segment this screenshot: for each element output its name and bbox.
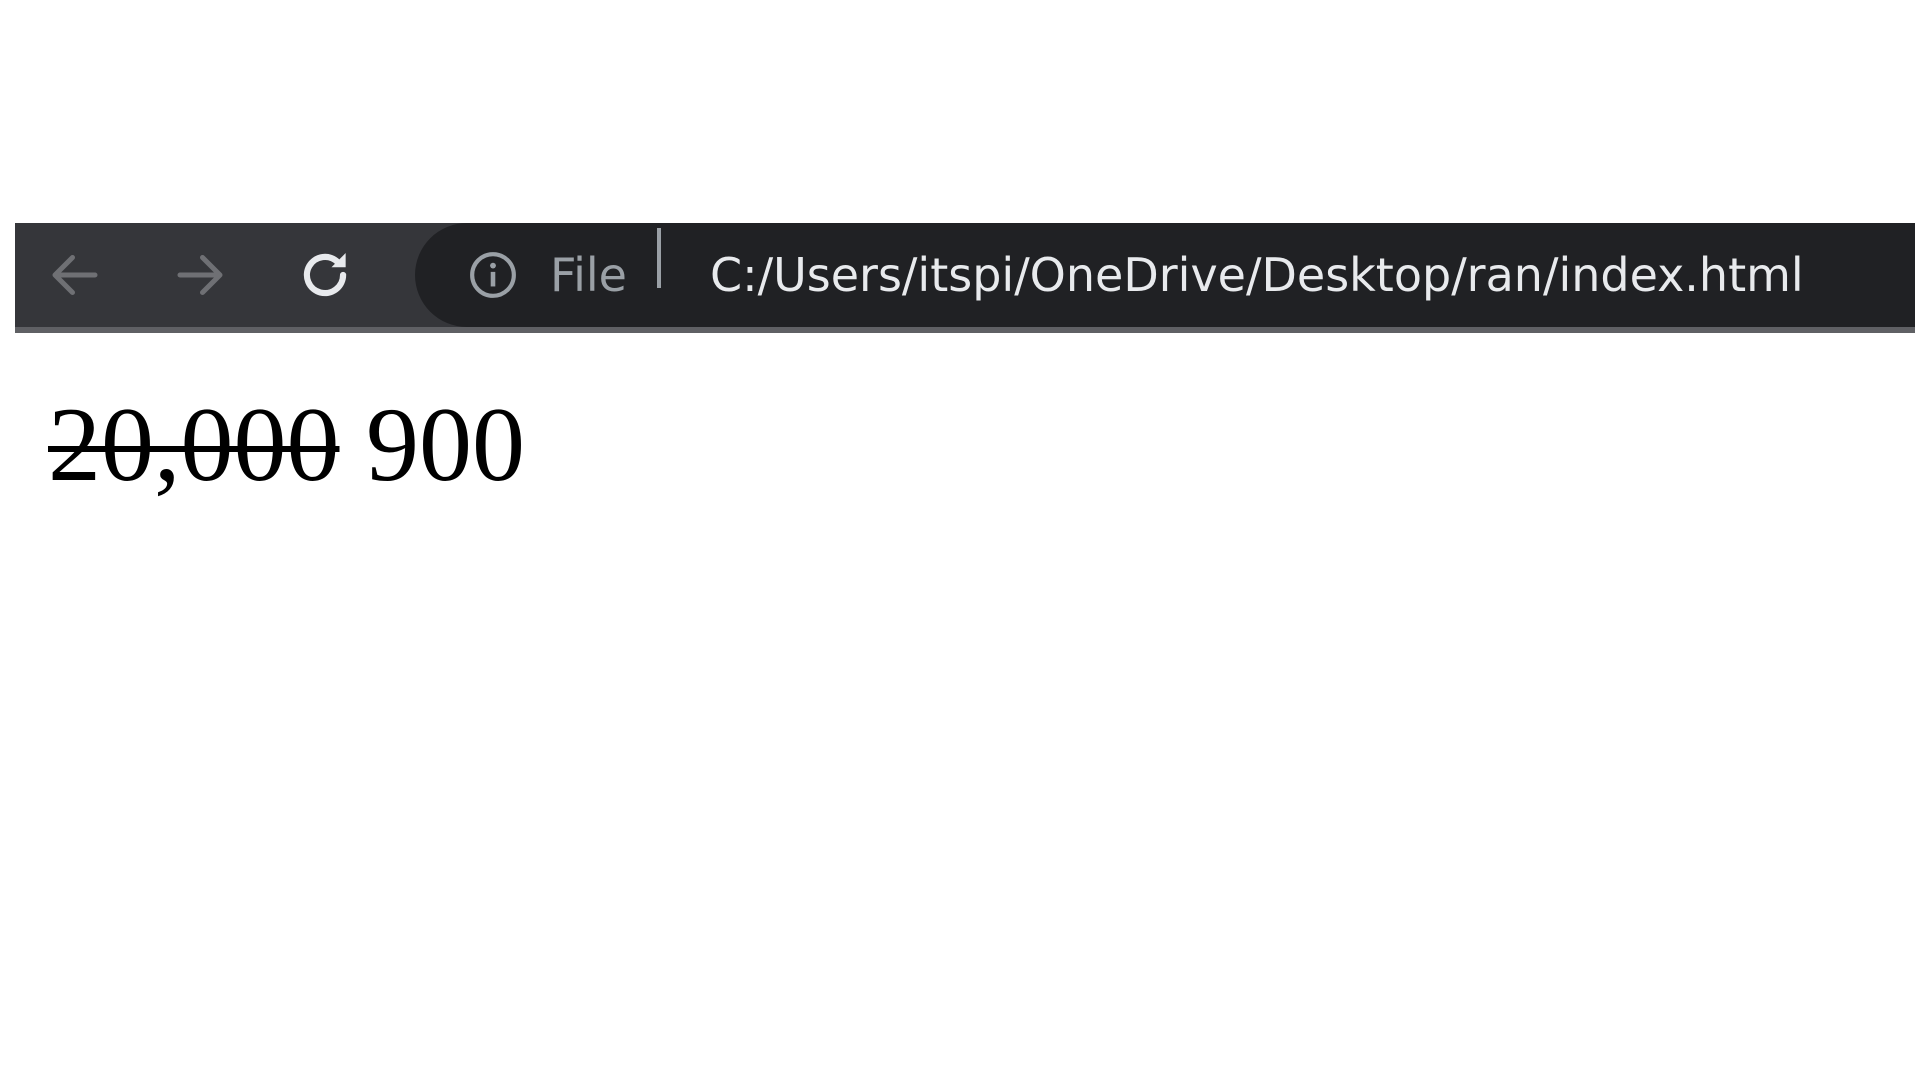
reload-button[interactable] [270,223,380,327]
address-separator [657,228,661,288]
info-icon[interactable] [468,250,518,300]
url-text[interactable]: C:/Users/itspi/OneDrive/Desktop/ran/inde… [710,223,1804,327]
address-bar[interactable]: File C:/Users/itspi/OneDrive/Desktop/ran… [415,223,1915,327]
arrow-right-icon [177,255,223,295]
reload-icon [303,253,347,297]
back-button[interactable] [20,223,130,327]
forward-button[interactable] [145,223,255,327]
scheme-label: File [550,248,627,302]
price-display: 20,000 900 [48,392,525,498]
arrow-left-icon [52,255,98,295]
old-price: 20,000 [48,386,340,503]
new-price: 900 [366,386,525,503]
browser-toolbar: File C:/Users/itspi/OneDrive/Desktop/ran… [15,223,1915,333]
